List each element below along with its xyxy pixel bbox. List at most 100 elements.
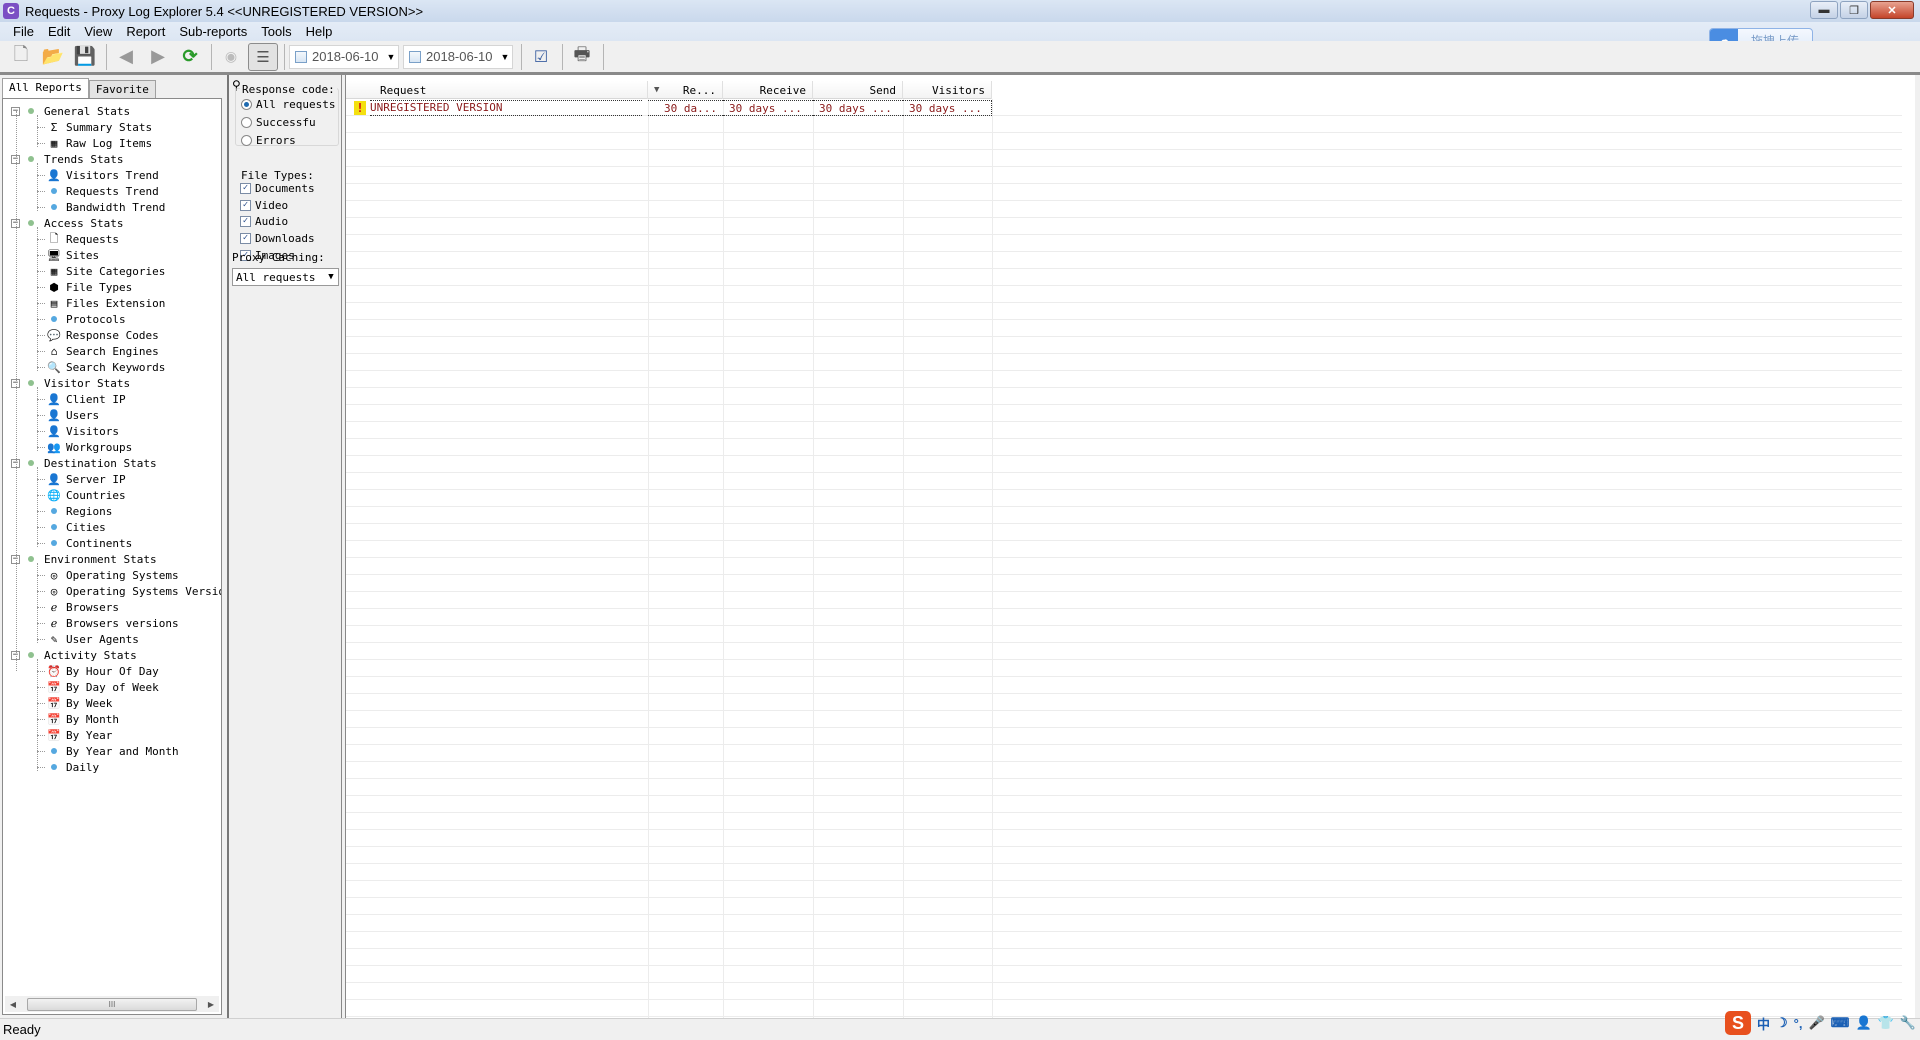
tree-item[interactable]: 🖥 Sites <box>46 247 99 263</box>
keyboard-icon[interactable]: ⌨ <box>1831 1015 1850 1031</box>
tree-item[interactable]: 📅 By Month <box>46 711 119 727</box>
tree-item[interactable]: 🗋 Requests <box>46 231 119 247</box>
minimize-button[interactable]: ▬ <box>1810 1 1838 19</box>
tree-item[interactable]: 👤 Visitors Trend <box>46 167 159 183</box>
file-type-checkbox-row[interactable]: ✓ Audio <box>240 215 288 228</box>
tree-item[interactable]: Cities <box>46 519 106 535</box>
stop-button[interactable]: ◉ <box>216 43 246 71</box>
tree-item[interactable]: ⬢ File Types <box>46 279 132 295</box>
chinese-mode-icon[interactable]: 中 <box>1757 1014 1770 1033</box>
tree-item[interactable]: ▦ Raw Log Items <box>46 135 152 151</box>
open-button[interactable]: 📂 <box>38 43 68 71</box>
tab-favorite[interactable]: Favorite <box>88 80 156 98</box>
tree-item[interactable]: ◎ Operating Systems Versions <box>46 583 221 599</box>
tree-group[interactable]: − Visitor Stats <box>11 375 130 391</box>
tree-item[interactable]: ℯ Browsers versions <box>46 615 179 631</box>
tree-item[interactable]: 👤 Visitors <box>46 423 119 439</box>
menu-edit[interactable]: Edit <box>41 24 77 39</box>
tree-item[interactable]: ▦ Site Categories <box>46 263 166 279</box>
checkbox[interactable]: ✓ <box>240 200 251 211</box>
menu-file[interactable]: File <box>6 24 41 39</box>
settings-wrench-icon[interactable]: 🔧 <box>1900 1015 1916 1031</box>
tree-item[interactable]: ▤ Files Extension <box>46 295 166 311</box>
tree-item[interactable]: Protocols <box>46 311 126 327</box>
tree-item[interactable]: 📅 By Day of Week <box>46 679 159 695</box>
checkbox[interactable]: ✓ <box>240 233 251 244</box>
tree-group[interactable]: − Access Stats <box>11 215 123 231</box>
tree-item[interactable]: ◎ Operating Systems <box>46 567 179 583</box>
radio-button[interactable] <box>241 99 252 110</box>
sogou-logo-icon[interactable]: S <box>1725 1011 1751 1035</box>
date-from-picker[interactable]: 2018-06-10 ▼ <box>289 44 399 69</box>
scroll-left-icon[interactable]: ◀ <box>5 1000 21 1009</box>
tree-item[interactable]: ✎ User Agents <box>46 631 139 647</box>
skin-icon[interactable]: 👕 <box>1878 1015 1894 1031</box>
tree-item[interactable]: Daily <box>46 759 99 775</box>
tree-item[interactable]: Σ Summary Stats <box>46 119 152 135</box>
checkbox[interactable]: ✓ <box>240 216 251 227</box>
print-button[interactable]: 🖶 <box>567 43 597 71</box>
horizontal-scrollbar[interactable]: ◀ III ▶ <box>5 996 219 1012</box>
tree-item[interactable]: Continents <box>46 535 132 551</box>
tree-item[interactable]: 💬 Response Codes <box>46 327 159 343</box>
radio-button[interactable] <box>241 117 252 128</box>
radio-errors[interactable]: Errors <box>241 134 296 147</box>
tree-item[interactable]: 🔍 Search Keywords <box>46 359 165 375</box>
back-button[interactable]: ◀ <box>111 43 141 71</box>
date-from-checkbox[interactable] <box>295 50 307 63</box>
column-header-re[interactable]: ▼ Re... <box>648 81 723 99</box>
column-header-receive[interactable]: Receive <box>723 81 813 99</box>
file-type-checkbox-row[interactable]: ✓ Video <box>240 199 288 212</box>
tree-item[interactable]: 📅 By Year <box>46 727 112 743</box>
date-to-picker[interactable]: 2018-06-10 ▼ <box>403 44 513 69</box>
tree-group[interactable]: − Activity Stats <box>11 647 137 663</box>
user-icon[interactable]: 👤 <box>1855 1015 1871 1031</box>
menu-help[interactable]: Help <box>299 24 340 39</box>
tree-item[interactable]: 👥 Workgroups <box>46 439 132 455</box>
refresh-button[interactable]: ⟳ <box>175 43 205 71</box>
chevron-down-icon[interactable]: ▼ <box>324 272 338 282</box>
tree-item[interactable]: 📅 By Week <box>46 695 112 711</box>
date-to-checkbox[interactable] <box>409 50 421 63</box>
tree-item[interactable]: 🌐 Countries <box>46 487 125 503</box>
tree-item[interactable]: Requests Trend <box>46 183 159 199</box>
moon-icon[interactable]: ☽ <box>1776 1015 1788 1031</box>
microphone-icon[interactable]: 🎤 <box>1808 1015 1824 1031</box>
scroll-right-icon[interactable]: ▶ <box>203 1000 219 1009</box>
tree-group[interactable]: − Trends Stats <box>11 151 123 167</box>
radio-button[interactable] <box>241 135 252 146</box>
tree-item[interactable]: By Year and Month <box>46 743 179 759</box>
punctuation-icon[interactable]: °, <box>1794 1016 1803 1031</box>
columns-button[interactable]: ☑ <box>526 43 556 71</box>
view-mode-button[interactable]: ☰ <box>248 42 278 71</box>
radio-all-requests[interactable]: All requests <box>241 98 335 111</box>
tree-item[interactable]: Regions <box>46 503 112 519</box>
table-row[interactable]: ! UNREGISTERED VERSION 30 da... 30 days … <box>346 100 992 116</box>
tree-group[interactable]: − Destination Stats <box>11 455 157 471</box>
menu-sub-reports[interactable]: Sub-reports <box>172 24 254 39</box>
tree-item[interactable]: Bandwidth Trend <box>46 199 165 215</box>
tree-group[interactable]: − Environment Stats <box>11 551 157 567</box>
tree-item[interactable]: 👤 Users <box>46 407 99 423</box>
file-type-checkbox-row[interactable]: ✓ Documents <box>240 182 315 195</box>
tree-item[interactable]: ℯ Browsers <box>46 599 119 615</box>
scrollbar-thumb[interactable]: III <box>27 997 197 1011</box>
forward-button[interactable]: ▶ <box>143 43 173 71</box>
tree-item[interactable]: 👤 Client IP <box>46 391 125 407</box>
menu-report[interactable]: Report <box>119 24 172 39</box>
close-button[interactable]: ✕ <box>1870 1 1914 19</box>
proxy-caching-select[interactable]: All requests ▼ <box>232 268 339 286</box>
tree-item[interactable]: ⌂ Search Engines <box>46 343 159 359</box>
column-header-visitors[interactable]: Visitors <box>903 81 992 99</box>
column-header-send[interactable]: Send <box>813 81 903 99</box>
checkbox[interactable]: ✓ <box>240 183 251 194</box>
tree-item[interactable]: ⏰ By Hour Of Day <box>46 663 159 679</box>
chevron-down-icon[interactable]: ▼ <box>384 52 398 62</box>
file-type-checkbox-row[interactable]: ✓ Downloads <box>240 232 315 245</box>
menu-view[interactable]: View <box>77 24 119 39</box>
restore-button[interactable]: ❐ <box>1840 1 1868 19</box>
save-button[interactable]: 💾 <box>70 43 100 71</box>
menu-tools[interactable]: Tools <box>254 24 298 39</box>
tree-group[interactable]: − General Stats <box>11 103 130 119</box>
tab-all-reports[interactable]: All Reports <box>2 78 89 98</box>
